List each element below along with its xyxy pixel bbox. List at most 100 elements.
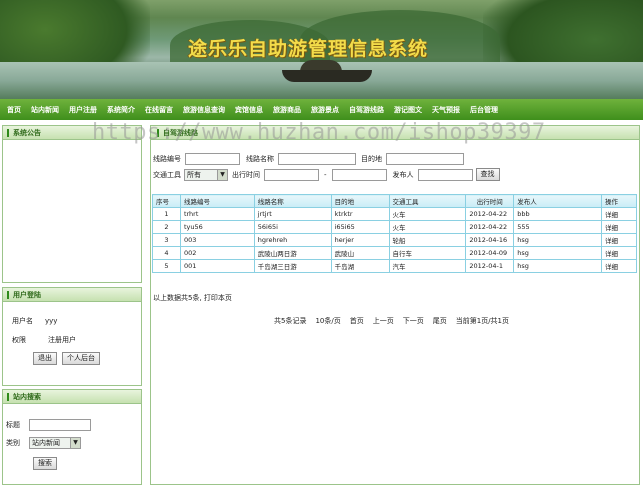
col-header-publisher: 发布人 — [513, 194, 603, 208]
nav-item-admin[interactable]: 后台管理 — [465, 105, 503, 115]
cell-publisher: hsg — [513, 259, 603, 273]
destination-label: 目的地 — [361, 155, 382, 163]
keyword-input[interactable] — [29, 419, 91, 431]
cell-index: 3 — [152, 233, 181, 247]
table-row: 3 003 hgrehreh herjer 轮船 2012-04-16 hsg … — [152, 233, 637, 247]
table-summary: 以上数据共5条, 打印本页 — [153, 293, 232, 303]
depart-time-label: 出行时间 — [232, 170, 260, 179]
route-no-input[interactable] — [185, 153, 240, 165]
category-label: 类别 — [6, 439, 20, 447]
pagination-next[interactable]: 下一页 — [403, 316, 424, 326]
site-search-panel-header: 站内搜索 — [3, 390, 141, 404]
username-label: 用户名 — [12, 317, 33, 325]
pagination-prev[interactable]: 上一页 — [373, 316, 394, 326]
site-search-submit-button[interactable]: 搜索 — [33, 457, 57, 470]
role-value: 注册用户 — [48, 336, 76, 344]
site-search-panel-title: 站内搜索 — [13, 392, 41, 401]
cell-publisher: bbb — [513, 207, 603, 221]
depart-end-input[interactable] — [331, 168, 387, 181]
main-nav: 首页 站内新闻 用户注册 系统简介 在线留言 旅游信息查询 宾馆信息 旅游商品 … — [0, 99, 643, 120]
route-name-input[interactable] — [278, 153, 356, 165]
cell-route-no: tyu56 — [179, 220, 255, 234]
nav-item-travelogues[interactable]: 游记图文 — [389, 105, 427, 115]
cell-depart-time: 2012-04-22 — [465, 220, 515, 234]
login-panel-header: 用户登陆 — [3, 288, 141, 302]
nav-item-attractions[interactable]: 旅游景点 — [306, 105, 344, 115]
table-header-row: 序号 线路编号 线路名称 目的地 交通工具 出行时间 发布人 操作 — [152, 194, 637, 208]
table-row: 5 001 千岛湖三日游 千岛湖 汽车 2012-04-1 hsg 详细 — [152, 259, 637, 273]
nav-item-travel-info[interactable]: 旅游信息查询 — [178, 105, 230, 115]
publisher-label: 发布人 — [392, 170, 414, 179]
username-value: yyy — [45, 317, 58, 325]
cell-route-no: 001 — [179, 259, 255, 273]
transport-select[interactable]: 所有 ▼ — [184, 168, 228, 181]
summary-text[interactable]: 以上数据共5条, 打印本页 — [153, 293, 232, 303]
cell-route-name: 武陵山两日游 — [253, 246, 332, 260]
nav-item-register[interactable]: 用户注册 — [64, 105, 102, 115]
cell-route-name: 56i65i — [253, 220, 332, 234]
nav-item-home[interactable]: 首页 — [0, 105, 26, 115]
user-center-button[interactable]: 个人后台 — [62, 352, 100, 365]
publisher-input[interactable] — [417, 168, 473, 181]
header-marker-icon — [7, 128, 9, 137]
header-banner: 途乐乐自助游管理信息系统 — [0, 0, 643, 99]
logout-button[interactable]: 退出 — [33, 352, 57, 365]
nav-item-about[interactable]: 系统简介 — [102, 105, 140, 115]
cell-route-name: hgrehreh — [253, 233, 332, 247]
col-header-route-name: 线路名称 — [253, 194, 332, 208]
detail-link[interactable]: 详细 — [601, 207, 637, 221]
notice-panel-title: 系统公告 — [13, 128, 41, 137]
login-panel: 用户登陆 用户名 yyy 权限 注册用户 退出 个人后台 — [2, 287, 142, 386]
chevron-down-icon: ▼ — [217, 169, 227, 180]
route-name-label: 线路名称 — [246, 155, 274, 163]
transport-select-value: 所有 — [187, 170, 201, 179]
nav-item-weather[interactable]: 天气预报 — [427, 105, 465, 115]
notice-panel: 系统公告 — [2, 125, 142, 283]
cell-publisher: hsg — [513, 233, 603, 247]
depart-start-input[interactable] — [264, 168, 319, 181]
cell-transport: 轮船 — [388, 233, 467, 247]
col-header-index: 序号 — [152, 194, 181, 208]
route-table: 序号 线路编号 线路名称 目的地 交通工具 出行时间 发布人 操作 1 trhr… — [152, 194, 637, 273]
cell-destination: herjer — [330, 233, 390, 247]
filter-row-1: 线路编号 线路名称 目的地 — [153, 153, 464, 165]
nav-item-hotels[interactable]: 宾馆信息 — [230, 105, 268, 115]
detail-link[interactable]: 详细 — [601, 259, 637, 273]
detail-link[interactable]: 详细 — [601, 246, 637, 260]
pagination-current: 当前第1页/共1页 — [455, 317, 509, 325]
site-title: 途乐乐自助游管理信息系统 — [188, 38, 429, 60]
pagination-total: 共5条记录 — [274, 317, 307, 325]
header-marker-icon — [157, 128, 159, 137]
notice-panel-header: 系统公告 — [3, 126, 141, 140]
nav-item-products[interactable]: 旅游商品 — [268, 105, 306, 115]
nav-item-self-drive[interactable]: 自驾游线路 — [344, 105, 389, 115]
cell-depart-time: 2012-04-16 — [465, 233, 515, 247]
nav-item-guestbook[interactable]: 在线留言 — [140, 105, 178, 115]
header-marker-icon — [7, 290, 9, 299]
detail-link[interactable]: 详细 — [601, 220, 637, 234]
detail-link[interactable]: 详细 — [601, 233, 637, 247]
keyword-label: 标题 — [6, 421, 20, 429]
header-marker-icon — [7, 392, 9, 401]
search-button[interactable]: 查找 — [475, 168, 500, 181]
cell-destination: i65i65 — [330, 220, 390, 234]
boat-icon — [282, 70, 372, 82]
cell-transport: 自行车 — [388, 246, 467, 260]
table-row: 1 trhrt jrtjrt ktrktr 火车 2012-04-22 bbb … — [152, 207, 637, 221]
category-select-value: 站内新闻 — [32, 439, 60, 447]
cell-route-no: 003 — [179, 233, 255, 247]
pagination: 共5条记录 10条/页 首页 上一页 下一页 尾页 当前第1页/共1页 — [274, 316, 509, 326]
col-header-depart-time: 出行时间 — [465, 194, 515, 208]
table-row: 4 002 武陵山两日游 武陵山 自行车 2012-04-09 hsg 详细 — [152, 246, 637, 260]
transport-label: 交通工具 — [153, 170, 181, 179]
pagination-last[interactable]: 尾页 — [433, 316, 447, 326]
destination-input[interactable] — [386, 153, 464, 165]
pagination-first[interactable]: 首页 — [350, 316, 364, 326]
site-search-panel: 站内搜索 标题 类别 站内新闻 ▼ 搜索 — [2, 389, 142, 485]
cell-index: 2 — [152, 220, 181, 234]
cell-publisher: hsg — [513, 246, 603, 260]
category-select[interactable]: 站内新闻 ▼ — [29, 437, 81, 449]
nav-item-news[interactable]: 站内新闻 — [26, 105, 64, 115]
col-header-transport: 交通工具 — [388, 194, 467, 208]
cell-depart-time: 2012-04-1 — [465, 259, 515, 273]
